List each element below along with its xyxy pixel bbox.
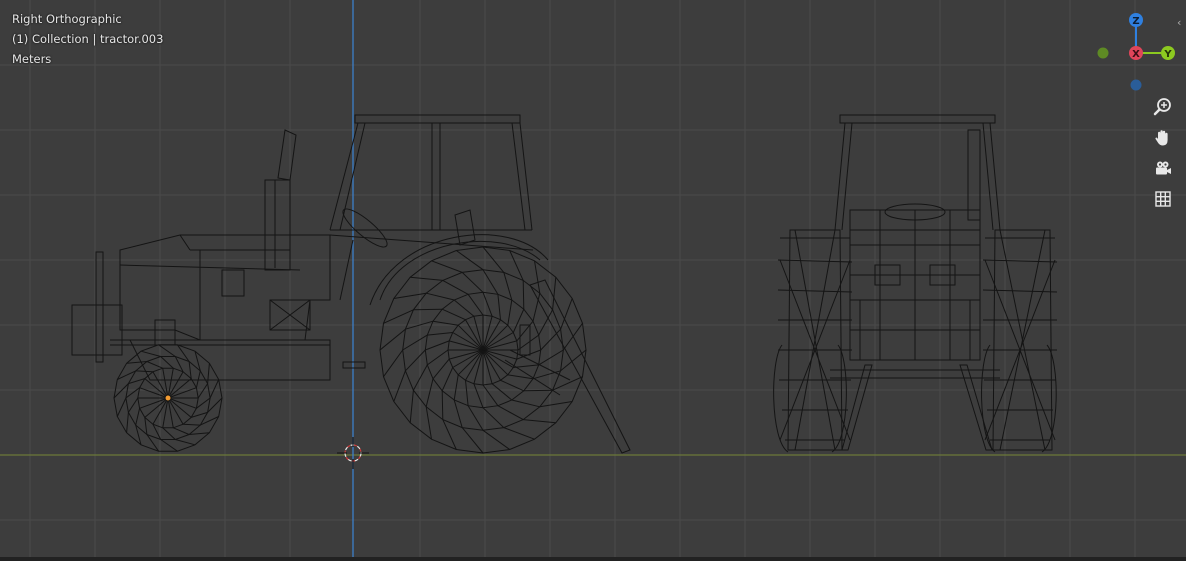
camera-icon[interactable] <box>1151 157 1175 181</box>
scene-canvas[interactable] <box>0 0 1186 561</box>
rear-wheel-wireframe <box>379 246 587 454</box>
view-name-label: Right Orthographic <box>12 12 122 26</box>
sidebar-toggle-icon[interactable]: ‹ <box>1177 16 1181 29</box>
zoom-icon[interactable] <box>1151 95 1175 119</box>
tractor-side-wireframe[interactable] <box>71 114 631 454</box>
viewport-grid <box>0 0 1186 561</box>
grid-icon[interactable] <box>1151 187 1175 211</box>
3d-viewport[interactable]: Right Orthographic (1) Collection | trac… <box>0 0 1186 561</box>
collection-object-label: (1) Collection | tractor.003 <box>12 32 164 46</box>
object-origin <box>165 395 171 401</box>
hand-pan-icon[interactable] <box>1151 126 1175 150</box>
units-label: Meters <box>12 52 52 66</box>
tractor-rear-wireframe[interactable] <box>773 114 1058 453</box>
viewport-bottom-border <box>0 557 1186 561</box>
